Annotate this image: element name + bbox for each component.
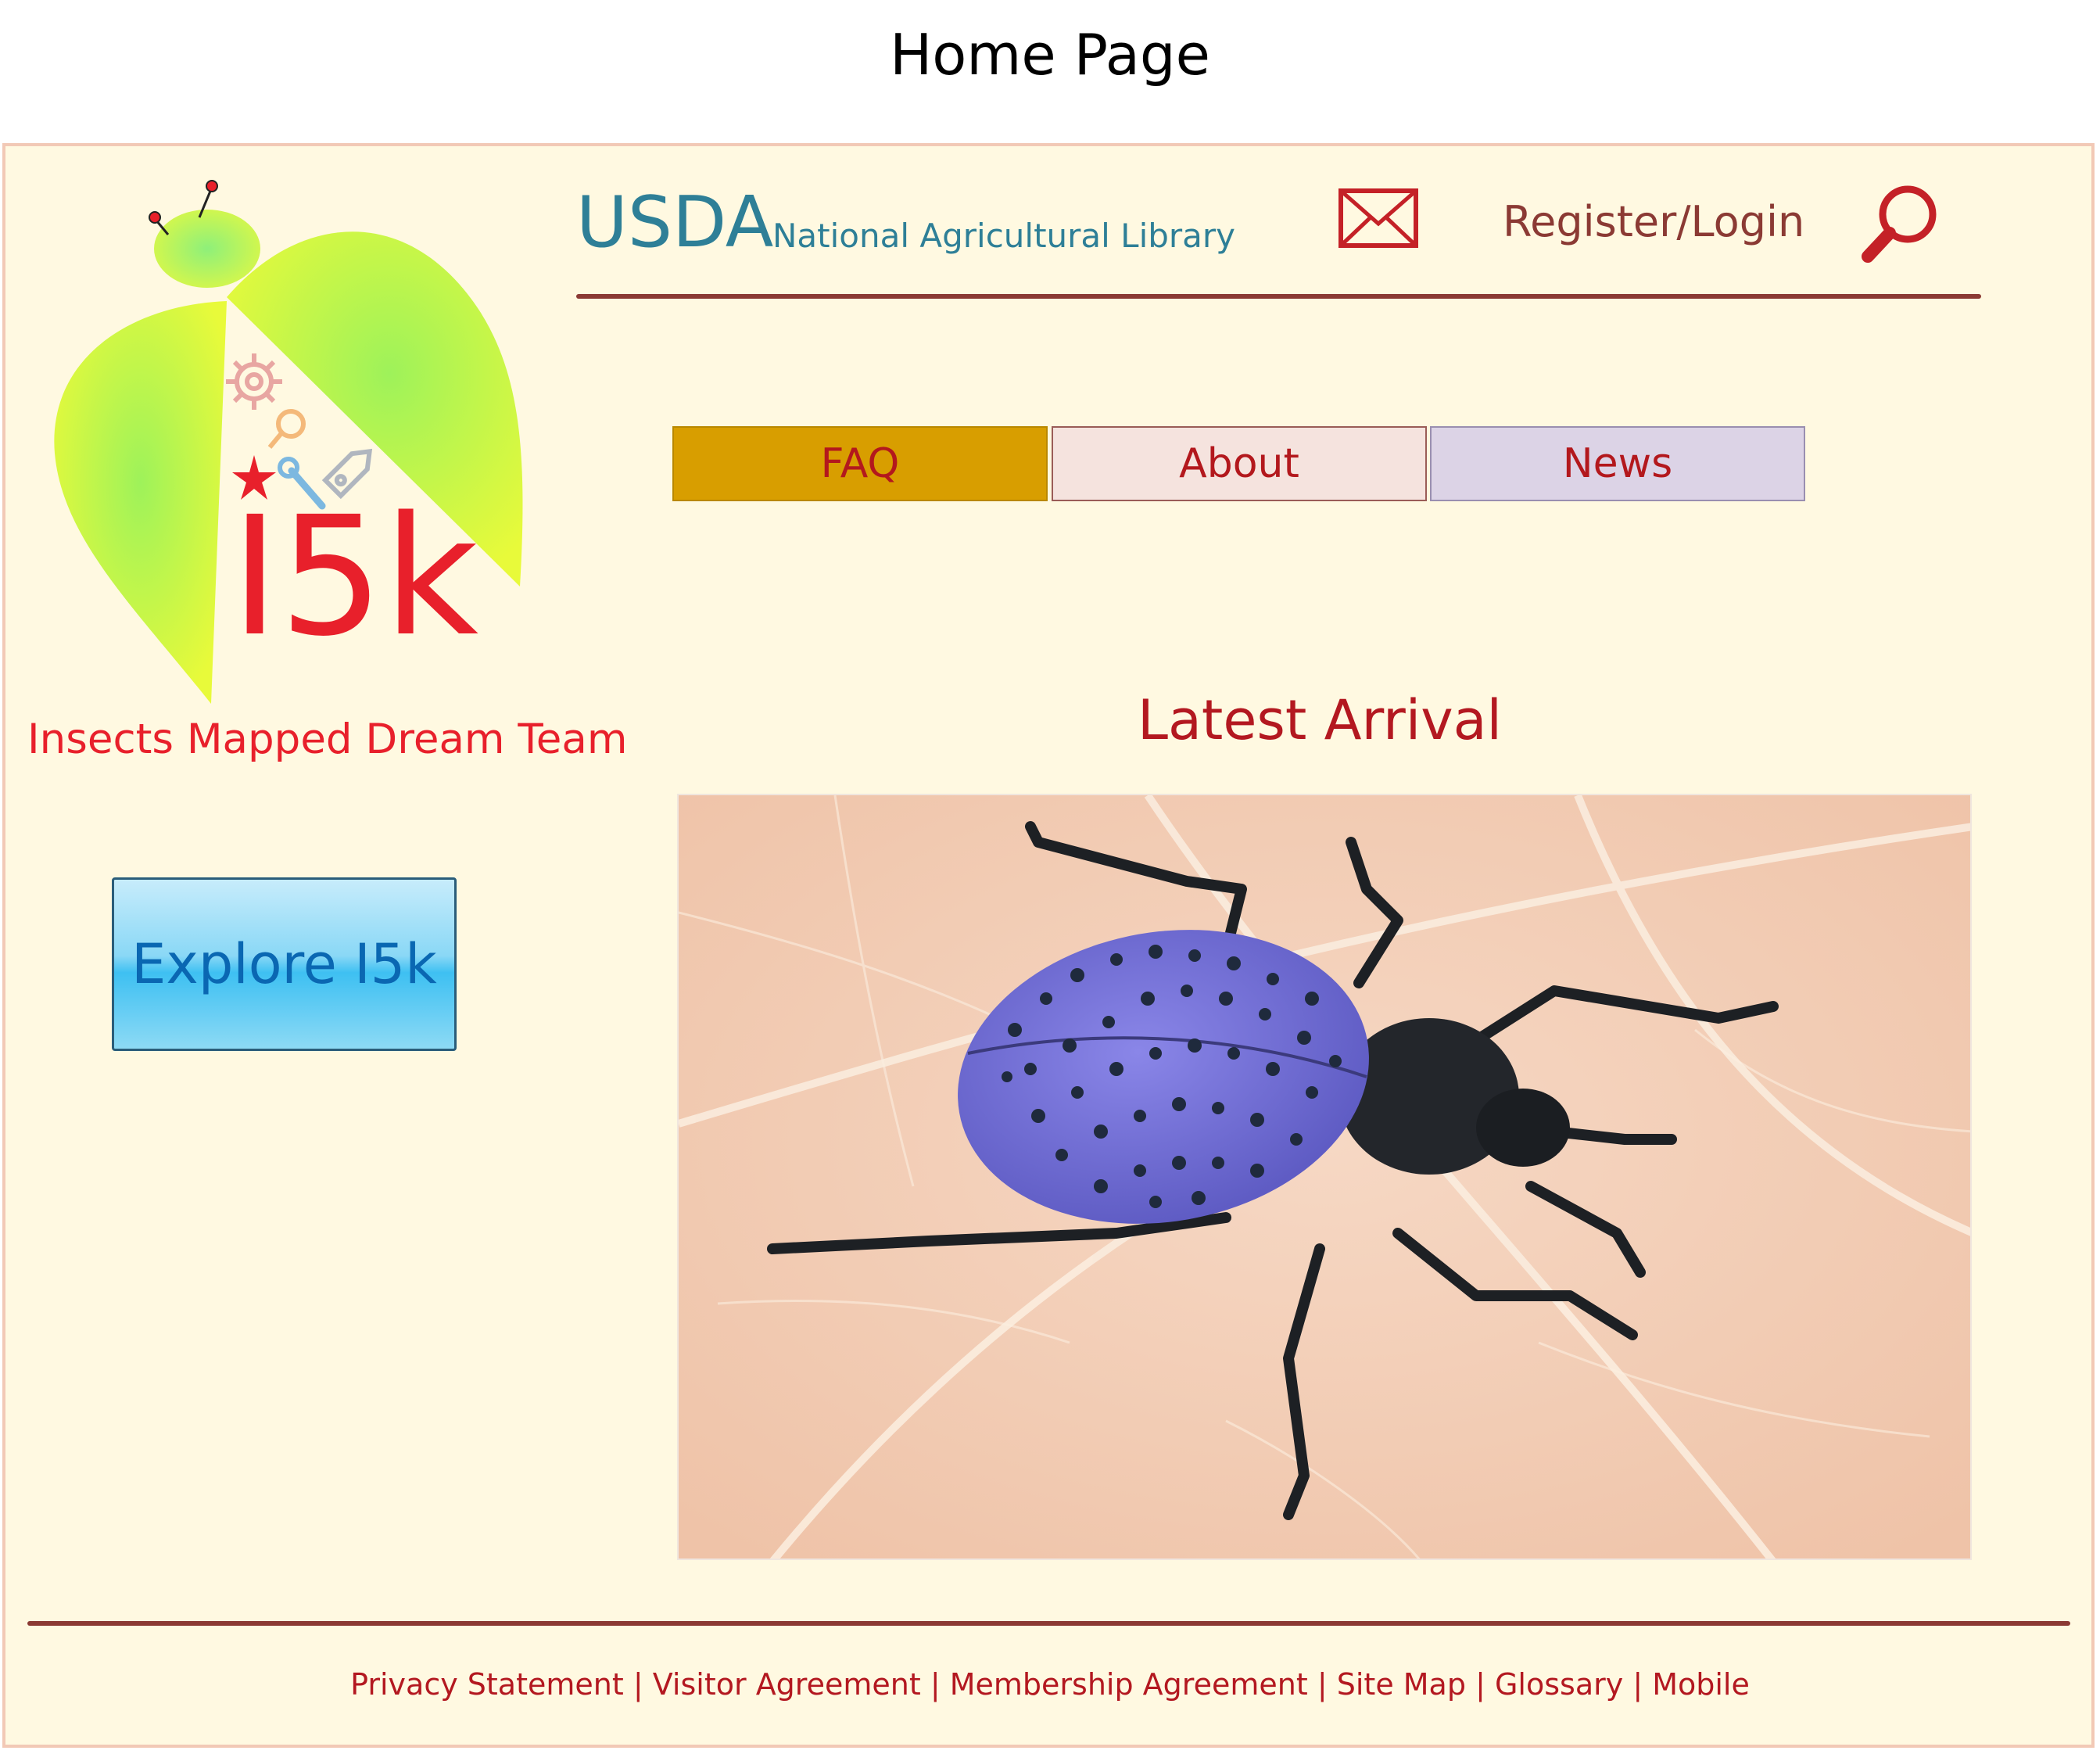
logo-head — [154, 210, 260, 288]
footer-separator: | — [1632, 1667, 1643, 1702]
search-icon[interactable] — [1857, 178, 1944, 266]
footer-links: Privacy Statement | Visitor Agreement | … — [0, 1667, 2100, 1702]
tab-news[interactable]: News — [1430, 426, 1805, 501]
footer-divider — [27, 1621, 2070, 1626]
footer-link-privacy[interactable]: Privacy Statement — [350, 1667, 624, 1702]
footer-separator: | — [930, 1667, 941, 1702]
logo-text: I5k — [231, 481, 478, 673]
gear-icon — [226, 353, 282, 410]
latest-arrival-photo[interactable] — [677, 794, 1972, 1560]
footer-link-glossary[interactable]: Glossary — [1495, 1667, 1623, 1702]
register-login-link[interactable]: Register/Login — [1503, 197, 1804, 246]
footer-separator: | — [1317, 1667, 1328, 1702]
beetle-image — [679, 795, 1970, 1559]
search-icon — [267, 409, 306, 449]
tagline: Insects Mapped Dream Team — [27, 716, 628, 763]
logo-wing-left — [54, 301, 227, 704]
latest-arrival-heading: Latest Arrival — [1138, 688, 1503, 752]
footer-link-membership-agreement[interactable]: Membership Agreement — [950, 1667, 1308, 1702]
footer-link-site-map[interactable]: Site Map — [1337, 1667, 1466, 1702]
footer-separator: | — [1475, 1667, 1485, 1702]
footer-separator: | — [633, 1667, 643, 1702]
mail-icon[interactable] — [1338, 188, 1419, 249]
page-title: Home Page — [890, 22, 1210, 88]
footer-link-mobile[interactable]: Mobile — [1652, 1667, 1750, 1702]
footer-link-visitor-agreement[interactable]: Visitor Agreement — [653, 1667, 921, 1702]
i5k-logo[interactable]: I5k — [43, 172, 543, 719]
tab-about[interactable]: About — [1052, 426, 1427, 501]
tab-faq[interactable]: FAQ — [672, 426, 1048, 501]
usda-brand[interactable]: USDA — [576, 181, 773, 264]
explore-i5k-button[interactable]: Explore I5k — [112, 877, 457, 1051]
header-divider — [576, 294, 1981, 299]
nal-subtitle: National Agricultural Library — [772, 217, 1236, 255]
